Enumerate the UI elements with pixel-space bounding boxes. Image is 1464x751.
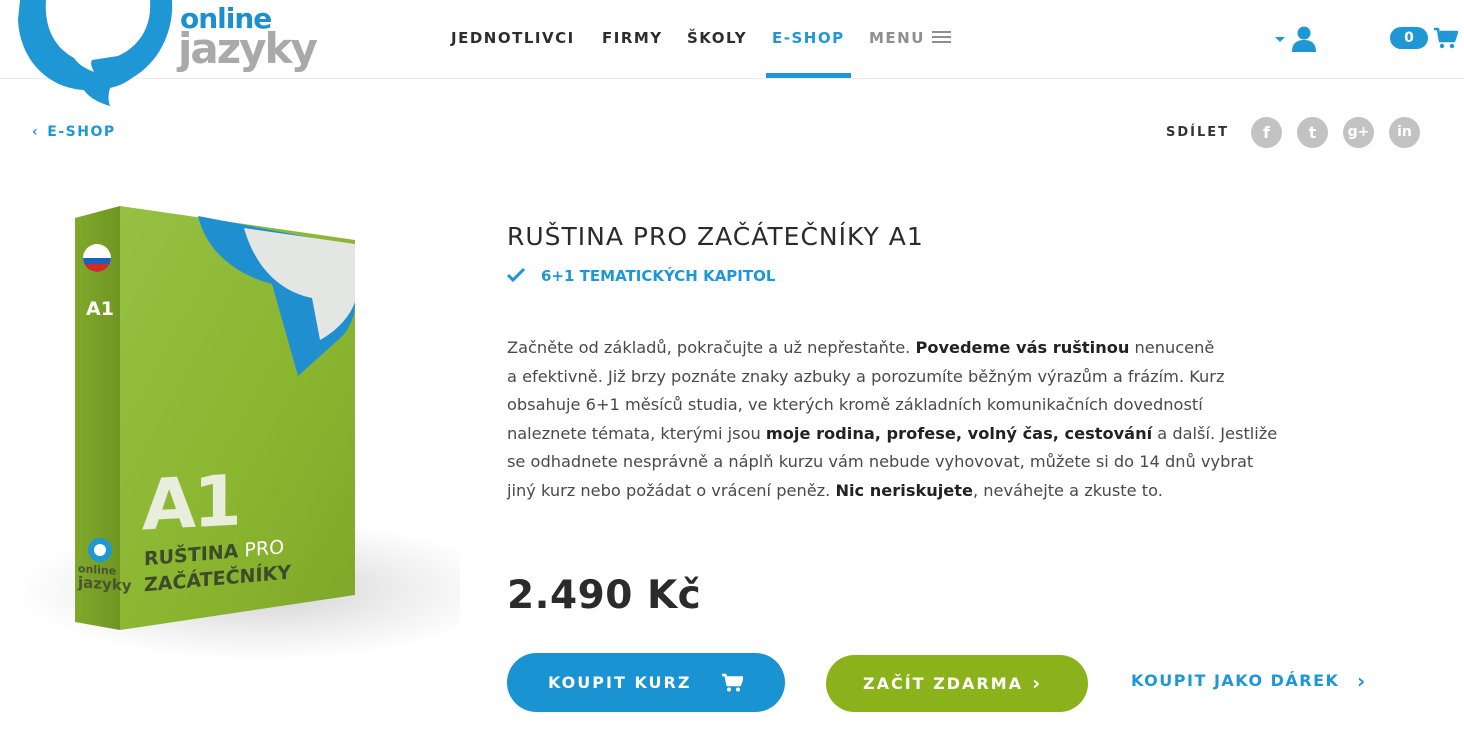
- cart-button[interactable]: 0: [1388, 26, 1460, 52]
- buy-as-gift-link[interactable]: KOUPIT JAKO DÁREK ›: [1131, 669, 1391, 695]
- cart-count-badge: 0: [1390, 27, 1428, 49]
- description-text: Začněte od základů, pokračujte a už nepř…: [507, 338, 916, 357]
- product-description: Začněte od základů, pokračujte a už nepř…: [507, 334, 1307, 506]
- hamburger-icon: [931, 30, 951, 43]
- nav-item-firmy[interactable]: FIRMY: [602, 29, 663, 47]
- product-box-illustration: [75, 206, 355, 630]
- nav-item-menu[interactable]: MENU: [869, 29, 951, 47]
- chevron-right-icon: ›: [1357, 669, 1367, 693]
- description-line: se odhadnete nesprávně a náplň kurzu vám…: [507, 452, 1254, 472]
- buy-as-gift-label: KOUPIT JAKO DÁREK: [1131, 671, 1340, 690]
- description-line: naleznete témata, kterými jsou moje rodi…: [507, 420, 1307, 449]
- box-level-big: A1: [142, 459, 239, 547]
- user-icon: [1292, 26, 1316, 52]
- buy-course-button[interactable]: KOUPIT KURZ: [507, 653, 785, 712]
- nav-item-jednotlivci[interactable]: JEDNOTLIVCI: [451, 29, 575, 47]
- speech-bubble-logo-icon: [18, 0, 173, 106]
- russian-flag-icon: [83, 244, 111, 272]
- description-bold: moje rodina, profese, volný čas, cestová…: [765, 423, 1153, 443]
- caret-down-icon: [1275, 37, 1285, 42]
- product-title: RUŠTINA PRO ZAČÁTEČNÍKY A1: [507, 222, 924, 251]
- google-plus-icon[interactable]: g+: [1343, 117, 1374, 148]
- checkmark-icon: [507, 268, 525, 282]
- nav-menu-label: MENU: [869, 29, 925, 47]
- linkedin-icon[interactable]: in: [1389, 117, 1420, 148]
- chevron-left-icon: ‹: [32, 124, 40, 140]
- start-free-button[interactable]: ZAČÍT ZDARMA ›: [826, 655, 1088, 712]
- box-side-logo: online jazyky: [78, 562, 132, 595]
- description-line: obsahuje 6+1 měsíců studia, ve kterých k…: [507, 395, 1203, 415]
- user-menu-button[interactable]: [1270, 26, 1322, 52]
- share-label: SDÍLET: [1166, 125, 1230, 140]
- description-text: naleznete témata, kterými jsou: [507, 423, 766, 443]
- cart-icon: [722, 673, 743, 692]
- box-level-small: A1: [86, 298, 114, 320]
- product-box-image: A1 A1 RUŠTINA PRO ZAČÁTEČNÍKY online jaz…: [20, 190, 460, 670]
- feature-label: 6+1 TEMATICKÝCH KAPITOL: [541, 267, 776, 285]
- description-text: nenuceně: [1129, 338, 1215, 357]
- back-link-label: E-SHOP: [47, 124, 116, 140]
- cart-icon: [1434, 27, 1458, 49]
- box-name-light: PRO: [238, 536, 285, 563]
- logo-text-jazyky: jazyky: [178, 24, 318, 73]
- site-logo[interactable]: online jazyky: [0, 0, 340, 110]
- buy-course-label: KOUPIT KURZ: [548, 673, 692, 692]
- back-to-eshop-link[interactable]: ‹ E-SHOP: [32, 124, 116, 140]
- description-text: jiný kurz nebo požádat o vrácení peněz.: [507, 480, 836, 500]
- description-line: Začněte od základů, pokračujte a už nepř…: [507, 334, 1307, 363]
- nav-item-eshop[interactable]: E-SHOP: [772, 29, 845, 47]
- start-free-label: ZAČÍT ZDARMA: [863, 674, 1024, 693]
- description-text: , neváhejte a zkuste to.: [972, 480, 1163, 500]
- site-header: online jazyky JEDNOTLIVCI FIRMY ŠKOLY E-…: [0, 0, 1464, 106]
- product-price: 2.490 Kč: [507, 573, 702, 618]
- nav-active-indicator: [766, 73, 851, 78]
- product-feature: 6+1 TEMATICKÝCH KAPITOL: [507, 267, 775, 285]
- box-side-logo-jazyky: jazyky: [78, 573, 132, 595]
- description-text: a další. Jestliže: [1152, 423, 1278, 443]
- chevron-right-icon: ›: [1032, 671, 1043, 695]
- description-bold: Povedeme vás ruštinou: [915, 338, 1130, 357]
- description-line: jiný kurz nebo požádat o vrácení peněz. …: [507, 477, 1307, 506]
- facebook-icon[interactable]: f: [1251, 117, 1282, 148]
- nav-item-skoly[interactable]: ŠKOLY: [687, 29, 747, 47]
- twitter-icon[interactable]: t: [1297, 117, 1328, 148]
- description-line: a efektivně. Již brzy poznáte znaky azbu…: [507, 366, 1225, 386]
- description-bold: Nic neriskujete: [835, 480, 973, 500]
